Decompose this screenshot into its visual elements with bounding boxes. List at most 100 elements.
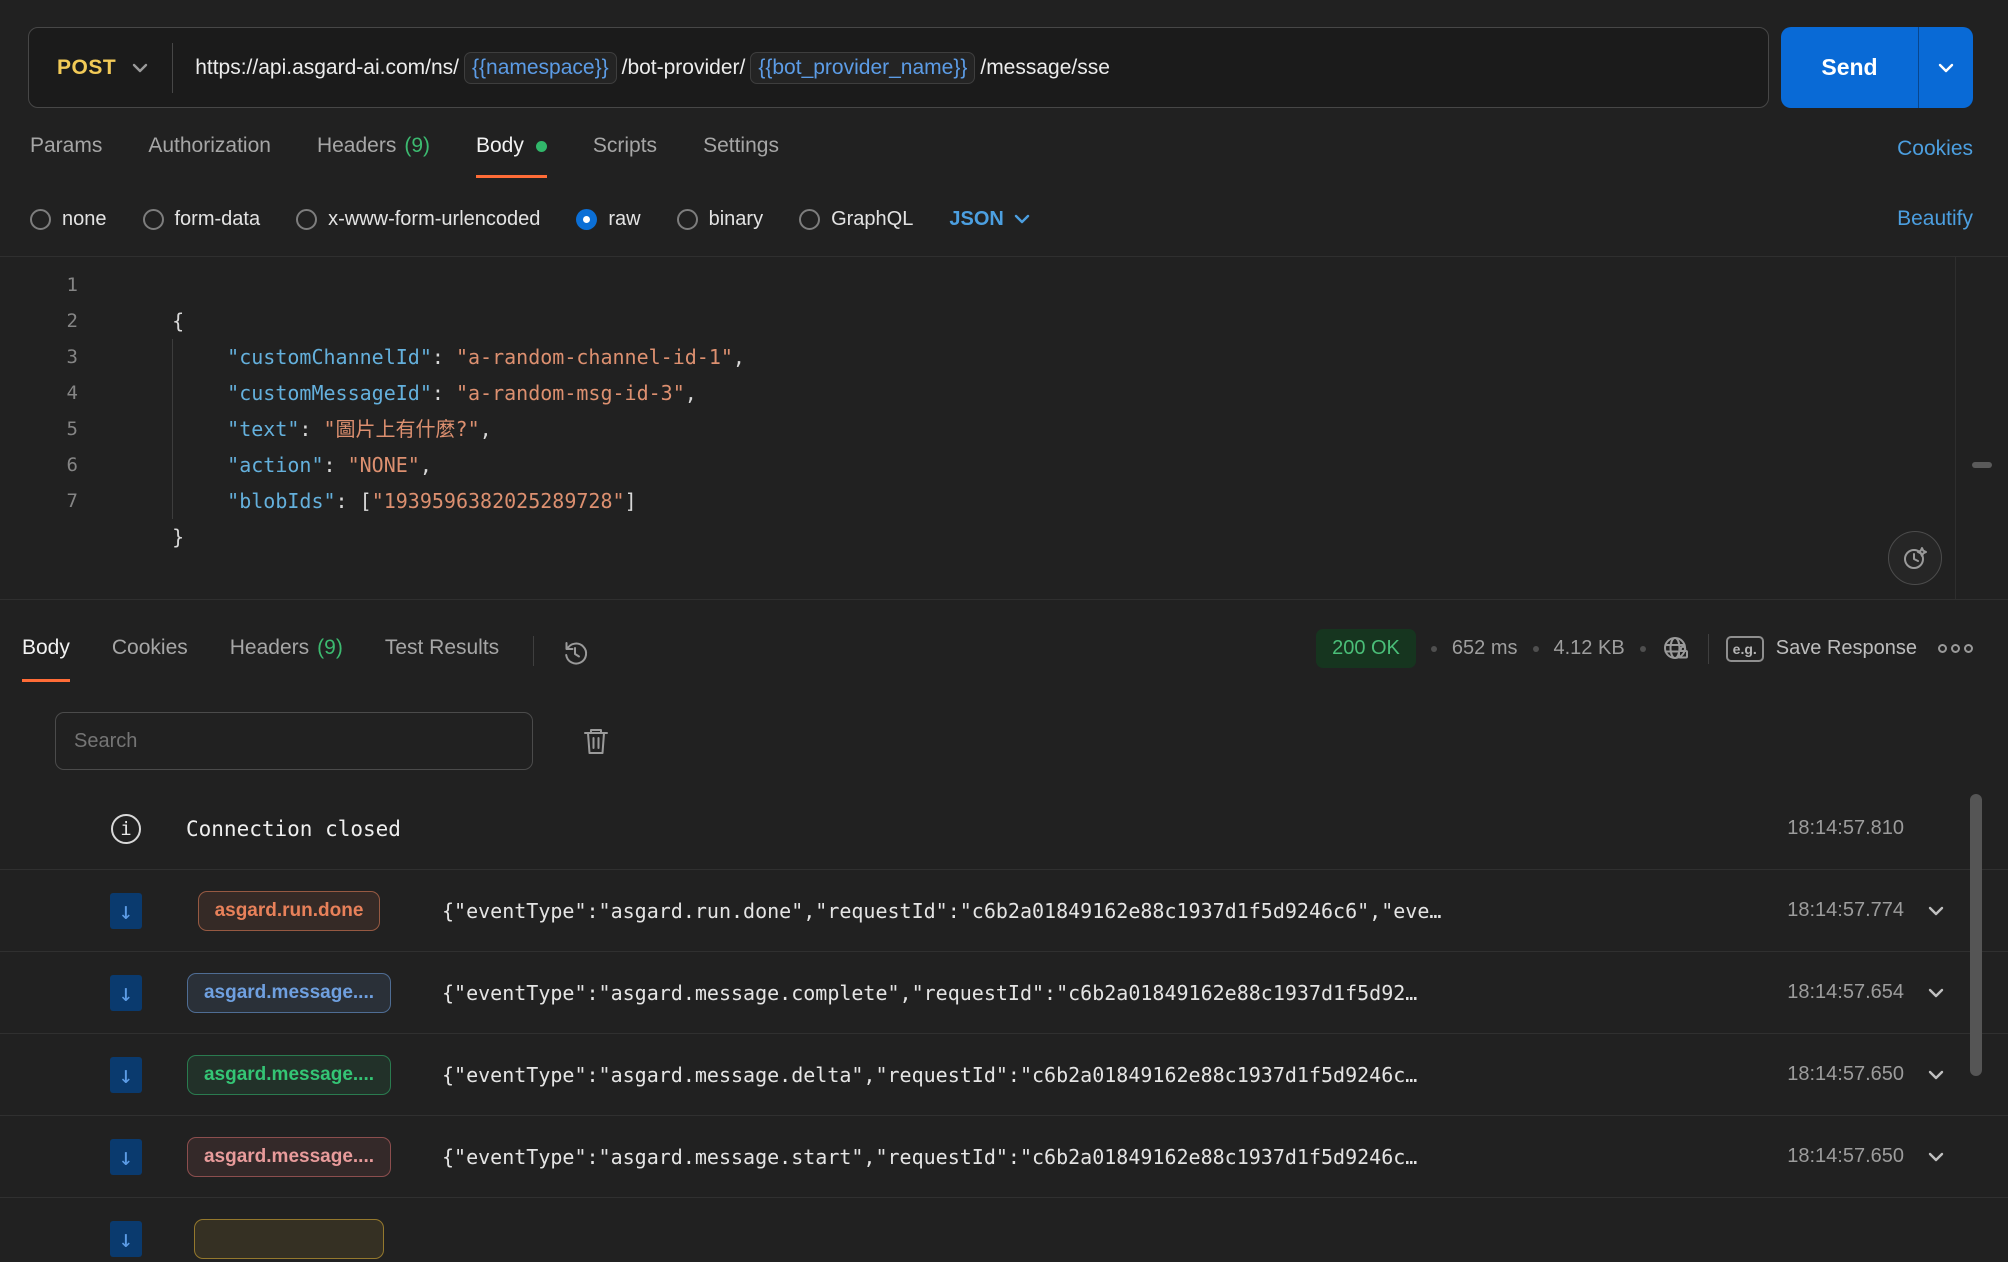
response-status-cluster: 200 OK 652 ms 4.12 KB e.g. Save Response <box>1316 629 1973 682</box>
tab-headers[interactable]: Headers (9) <box>317 134 430 178</box>
body-mode-row: none form-data x-www-form-urlencoded raw… <box>0 178 2008 240</box>
tab-scripts[interactable]: Scripts <box>593 134 657 178</box>
url-segment: /message/sse <box>980 56 1110 80</box>
mode-raw[interactable]: raw <box>576 208 640 231</box>
send-button[interactable]: Send <box>1781 27 1918 108</box>
event-row-message-delta[interactable]: ↓ asgard.message.... {"eventType":"asgar… <box>0 1034 2008 1116</box>
chevron-down-icon <box>1928 1152 1944 1162</box>
chevron-down-icon <box>132 63 148 73</box>
code-line: 4"text": "圖片上有什麼?", <box>0 375 2008 411</box>
language-selector[interactable]: JSON <box>949 208 1029 231</box>
request-tabs: Params Authorization Headers (9) Body Sc… <box>0 108 2008 178</box>
mode-form-data[interactable]: form-data <box>143 208 261 231</box>
event-type-badge: asgard.message.... <box>187 973 391 1013</box>
divider <box>533 636 534 666</box>
url-variable-bot-provider-name: {{bot_provider_name}} <box>750 52 975 84</box>
tab-body[interactable]: Body <box>476 134 547 178</box>
method-label: POST <box>57 56 116 80</box>
tab-authorization[interactable]: Authorization <box>148 134 271 178</box>
download-arrow-icon: ↓ <box>110 893 142 929</box>
example-icon: e.g. <box>1726 636 1764 662</box>
mode-none[interactable]: none <box>30 208 107 231</box>
radio-icon <box>677 209 698 230</box>
mode-x-www-form-urlencoded[interactable]: x-www-form-urlencoded <box>296 208 540 231</box>
expand-button[interactable] <box>1904 1070 1944 1080</box>
event-row-run-done[interactable]: ↓ asgard.run.done {"eventType":"asgard.r… <box>0 870 2008 952</box>
event-list: i Connection closed 18:14:57.810 ↓ asgar… <box>0 788 2008 1262</box>
event-row-message-complete[interactable]: ↓ asgard.message.... {"eventType":"asgar… <box>0 952 2008 1034</box>
separator-dot <box>1431 646 1437 652</box>
request-bar: POST https://api.asgard-ai.com/ns/ {{nam… <box>0 0 2008 108</box>
radio-icon <box>296 209 317 230</box>
url-segment: /bot-provider/ <box>622 56 746 80</box>
code-line: 6"blobIds": ["1939596382025289728"] <box>0 447 2008 483</box>
event-timestamp: 18:14:57.810 <box>1744 817 1904 840</box>
event-timestamp: 18:14:57.654 <box>1744 981 1904 1004</box>
response-headers-count-badge: (9) <box>317 636 343 660</box>
event-row-partial[interactable]: ↓ <box>0 1198 2008 1262</box>
response-history-button[interactable] <box>560 638 590 682</box>
status-badge: 200 OK <box>1316 629 1416 668</box>
event-row-connection-closed[interactable]: i Connection closed 18:14:57.810 <box>0 788 2008 870</box>
history-clock-icon <box>560 638 590 668</box>
body-modified-dot <box>536 141 547 152</box>
divider <box>1708 634 1709 664</box>
chevron-down-icon <box>1928 906 1944 916</box>
info-icon: i <box>111 814 141 844</box>
radio-selected-icon <box>576 209 597 230</box>
postbot-icon <box>1901 544 1929 572</box>
response-tab-test-results[interactable]: Test Results <box>385 636 499 682</box>
url-box: POST https://api.asgard-ai.com/ns/ {{nam… <box>28 27 1769 108</box>
event-message: {"eventType":"asgard.message.delta","req… <box>442 1063 1744 1087</box>
send-split-button: Send <box>1781 27 1973 108</box>
postbot-button[interactable] <box>1888 531 1942 585</box>
response-size: 4.12 KB <box>1554 637 1625 660</box>
search-input[interactable] <box>55 712 533 770</box>
event-message: {"eventType":"asgard.message.start","req… <box>442 1145 1744 1169</box>
response-tab-headers[interactable]: Headers (9) <box>230 636 343 682</box>
event-type-badge: asgard.message.... <box>187 1137 391 1177</box>
expand-button[interactable] <box>1904 1152 1944 1162</box>
response-time: 652 ms <box>1452 637 1518 660</box>
mode-binary[interactable]: binary <box>677 208 763 231</box>
expand-button[interactable] <box>1904 906 1944 916</box>
url-input[interactable]: https://api.asgard-ai.com/ns/ {{namespac… <box>173 52 1110 84</box>
separator-dot <box>1640 646 1646 652</box>
method-selector[interactable]: POST <box>29 28 172 107</box>
download-arrow-icon: ↓ <box>110 1057 142 1093</box>
tab-settings[interactable]: Settings <box>703 134 779 178</box>
radio-icon <box>799 209 820 230</box>
mode-graphql[interactable]: GraphQL <box>799 208 913 231</box>
clear-events-button[interactable] <box>581 725 611 757</box>
editor-scrollbar-thumb[interactable] <box>1972 462 1992 468</box>
tab-params[interactable]: Params <box>30 134 102 178</box>
response-tabs: Body Cookies Headers (9) Test Results <box>22 636 499 682</box>
event-list-scrollbar[interactable] <box>1970 794 1982 1076</box>
response-tab-cookies[interactable]: Cookies <box>112 636 188 682</box>
beautify-link[interactable]: Beautify <box>1897 207 1973 230</box>
chevron-down-icon <box>1938 63 1954 73</box>
save-response-button[interactable]: e.g. Save Response <box>1726 636 1917 662</box>
chevron-down-icon <box>1928 1070 1944 1080</box>
more-actions-button[interactable] <box>1932 644 1973 653</box>
code-line: 2"customChannelId": "a-random-channel-id… <box>0 303 2008 339</box>
event-type-badge: asgard.message.... <box>187 1055 391 1095</box>
download-arrow-icon: ↓ <box>110 975 142 1011</box>
cookies-link[interactable]: Cookies <box>1897 137 1973 160</box>
event-timestamp: 18:14:57.650 <box>1744 1145 1904 1168</box>
chevron-down-icon <box>1014 214 1030 224</box>
response-tab-body[interactable]: Body <box>22 636 70 682</box>
event-type-badge: asgard.run.done <box>198 891 381 931</box>
download-arrow-icon: ↓ <box>110 1139 142 1175</box>
ellipsis-icon <box>1938 644 1973 653</box>
network-globe-lock-icon <box>1661 634 1691 664</box>
request-body-editor[interactable]: 1{ 2"customChannelId": "a-random-channel… <box>0 256 2008 600</box>
expand-button[interactable] <box>1904 988 1944 998</box>
event-row-message-start[interactable]: ↓ asgard.message.... {"eventType":"asgar… <box>0 1116 2008 1198</box>
event-timestamp: 18:14:57.650 <box>1744 1063 1904 1086</box>
headers-count-badge: (9) <box>404 134 430 158</box>
code-line: 1{ <box>0 267 2008 303</box>
code-line: 3"customMessageId": "a-random-msg-id-3", <box>0 339 2008 375</box>
code-line: 7} <box>0 483 2008 519</box>
send-options-button[interactable] <box>1918 27 1973 108</box>
